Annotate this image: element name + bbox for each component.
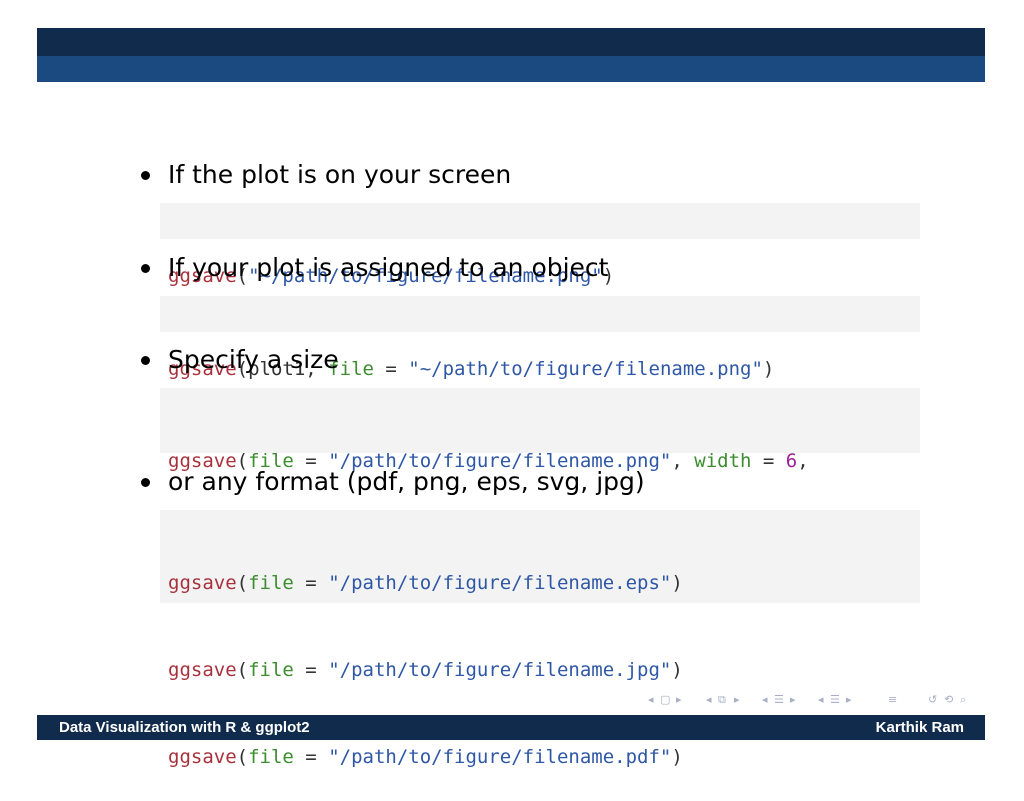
code-block: ggsave(plot1, file = "~/path/to/figure/f… bbox=[160, 296, 920, 380]
bullet-dot-icon bbox=[141, 264, 150, 273]
bullet-text: Specify a size bbox=[168, 345, 339, 374]
code-function: ggsave bbox=[168, 572, 237, 594]
code-line: ggsave(file = "/path/to/figure/filename.… bbox=[168, 569, 912, 598]
footer-bar: Data Visualization with R & ggplot2 Kart… bbox=[37, 715, 985, 740]
code-number: 6 bbox=[785, 450, 798, 472]
section-next-icon[interactable]: ▸ bbox=[790, 692, 796, 708]
bullet-text: or any format (pdf, png, eps, svg, jpg) bbox=[168, 467, 645, 496]
frame-prev-icon[interactable]: ◂ bbox=[706, 692, 712, 708]
code-punct: = bbox=[751, 450, 786, 472]
code-punct: = bbox=[293, 572, 329, 594]
header-bar-top bbox=[37, 28, 985, 56]
subsection-icon[interactable]: ⧉ bbox=[718, 692, 726, 708]
bullet-dot-icon bbox=[141, 478, 150, 487]
back-icon[interactable]: ↺ bbox=[928, 692, 937, 708]
bullet-dot-icon bbox=[141, 356, 150, 365]
navigation-bar: ◂ ▢ ▸ ◂ ⧉ ▸ ◂ ☰ ▸ ◂ ☰ ▸ ≡ ↺ ⟲ ⌕ bbox=[648, 692, 980, 708]
bullet-text: If your plot is assigned to an object bbox=[168, 253, 609, 282]
code-punct: ) bbox=[762, 358, 775, 380]
slide-prev-icon[interactable]: ◂ bbox=[648, 692, 654, 708]
code-line: ggsave(file = "/path/to/figure/filename.… bbox=[168, 656, 912, 685]
code-block: ggsave(file = "/path/to/figure/filename.… bbox=[160, 388, 920, 559]
code-punct: ( bbox=[236, 746, 249, 768]
code-string: "/path/to/figure/filename.pdf" bbox=[328, 746, 672, 768]
frame-icon[interactable]: ▢ bbox=[660, 692, 670, 708]
code-string: "/path/to/figure/filename.eps" bbox=[328, 572, 672, 594]
code-punct: , bbox=[797, 450, 809, 472]
code-block: ggsave(file = "/path/to/figure/filename.… bbox=[160, 510, 920, 768]
bullet-text: If the plot is on your screen bbox=[168, 160, 512, 189]
header-bar-bottom bbox=[37, 56, 985, 82]
code-punct: = bbox=[293, 746, 329, 768]
section-prev-icon[interactable]: ◂ bbox=[762, 692, 768, 708]
code-punct: ( bbox=[236, 572, 249, 594]
bullet-dot-icon bbox=[141, 171, 150, 180]
code-argument: file bbox=[248, 572, 294, 594]
subsection-next-icon[interactable]: ▸ bbox=[846, 692, 852, 708]
code-string: "~/path/to/figure/filename.png" bbox=[408, 358, 763, 380]
zoom-icon[interactable]: ⟲ bbox=[944, 692, 953, 708]
code-function: ggsave bbox=[168, 746, 237, 768]
code-argument: file bbox=[248, 746, 294, 768]
code-argument: width bbox=[694, 450, 752, 472]
footer-title: Data Visualization with R & ggplot2 bbox=[59, 719, 310, 736]
code-block: ggsave("~/path/to/figure/filename.png") bbox=[160, 203, 920, 287]
code-function: ggsave bbox=[168, 659, 237, 681]
align-icon[interactable]: ≡ bbox=[888, 692, 897, 708]
footer-author: Karthik Ram bbox=[875, 719, 964, 736]
code-punct: ) bbox=[671, 572, 683, 594]
code-argument: file bbox=[248, 659, 294, 681]
section-icon[interactable]: ☰ bbox=[774, 692, 784, 708]
subsec-icon[interactable]: ☰ bbox=[830, 692, 840, 708]
code-punct: ) bbox=[671, 746, 683, 768]
code-punct: = bbox=[293, 659, 329, 681]
code-punct: , bbox=[671, 450, 695, 472]
frame-next-icon[interactable]: ▸ bbox=[734, 692, 740, 708]
code-punct: = bbox=[373, 358, 409, 380]
slide-next-icon[interactable]: ▸ bbox=[676, 692, 682, 708]
code-punct: ( bbox=[236, 659, 249, 681]
subsection-prev-icon[interactable]: ◂ bbox=[818, 692, 824, 708]
code-string: "/path/to/figure/filename.jpg" bbox=[328, 659, 672, 681]
search-icon[interactable]: ⌕ bbox=[960, 692, 966, 708]
code-punct: ) bbox=[671, 659, 683, 681]
